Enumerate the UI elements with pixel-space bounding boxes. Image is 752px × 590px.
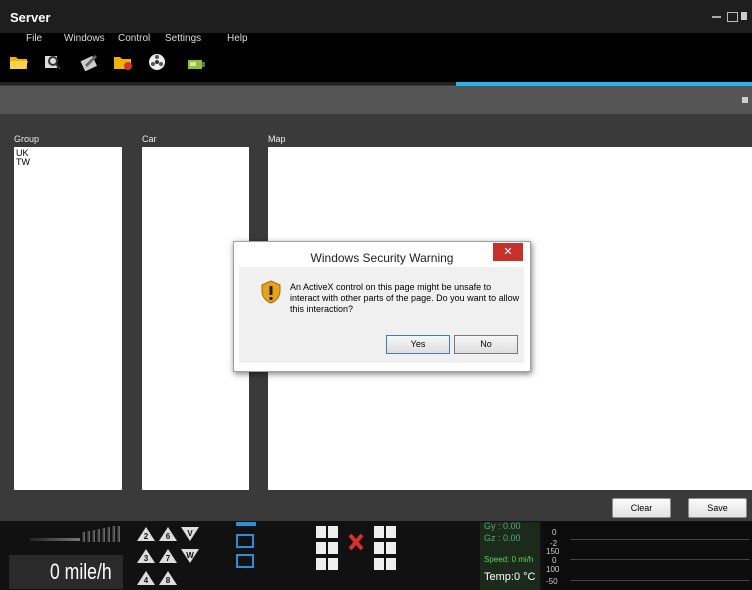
shield-warning-icon (261, 280, 281, 304)
gear-label: 6 (166, 532, 171, 541)
open-folder-icon[interactable] (9, 53, 29, 71)
gear-label: 2 (144, 532, 149, 541)
gauge-tick: 100 (546, 565, 560, 574)
gear-label: V (187, 529, 193, 538)
gear-label: W (186, 551, 194, 560)
window-title: Server (10, 10, 51, 25)
dialog-message: An ActiveX control on this page might be… (290, 282, 520, 314)
group-list[interactable]: UK TW (14, 147, 122, 490)
gz-readout: Gz : 0.00 (484, 533, 521, 543)
menu-control[interactable]: Control (118, 33, 150, 44)
gauge-gridline (570, 539, 750, 540)
menu-windows[interactable]: Windows (64, 33, 105, 44)
no-button[interactable]: No (454, 335, 518, 354)
gear-label: 3 (144, 554, 149, 563)
clear-button[interactable]: Clear (612, 498, 671, 518)
menu-bar (0, 33, 752, 47)
folder-delete-icon[interactable] (113, 53, 133, 71)
indicator-box (236, 554, 254, 568)
gauge-tick: 0 (552, 528, 557, 537)
film-reel-icon[interactable] (147, 53, 167, 71)
save-button[interactable]: Save (688, 498, 747, 518)
device-icon[interactable] (186, 56, 206, 74)
gauge-tick: 150 (546, 547, 560, 556)
yes-button[interactable]: Yes (386, 335, 450, 354)
temperature-readout: Temp:0 °C (484, 571, 536, 583)
gear-label: 8 (166, 576, 171, 585)
list-item[interactable]: TW (14, 158, 122, 167)
speed-readout: 0 mile/h (50, 559, 112, 584)
dialog-close-button[interactable]: ✕ (493, 243, 523, 261)
gauge-gridline (570, 559, 750, 560)
gear-indicator-panel: 2 6 V 3 7 W 4 8 (137, 527, 199, 585)
gear-label: 7 (166, 554, 171, 563)
title-bar (0, 0, 752, 33)
tire-status-indicator (316, 526, 396, 570)
menu-file[interactable]: File (26, 33, 42, 44)
content-header (0, 86, 752, 114)
speed-bar-meter (30, 526, 120, 542)
indicator-box (236, 534, 254, 548)
dialog-title: Windows Security Warning (310, 251, 454, 265)
gauge-tick: -50 (546, 577, 558, 586)
menu-settings[interactable]: Settings (165, 33, 201, 44)
gy-readout: Gy : 0.00 (484, 521, 521, 531)
map-label: Map (268, 134, 286, 144)
toolbar-divider (0, 82, 456, 85)
gear-label: 4 (144, 576, 149, 585)
pin-icon[interactable] (742, 97, 748, 103)
gauge-tick: 0 (552, 556, 557, 565)
minimize-icon[interactable] (712, 16, 721, 18)
group-label: Group (14, 134, 40, 144)
speed-small-readout: Speed: 0 mi/h (484, 555, 534, 564)
menu-help[interactable]: Help (227, 33, 248, 44)
maximize-icon[interactable] (727, 12, 738, 22)
gauge-gridline (570, 580, 750, 581)
security-warning-dialog: Windows Security Warning ✕ An ActiveX co… (233, 241, 531, 372)
close-icon[interactable] (741, 12, 747, 20)
list-item[interactable]: UK (14, 149, 122, 158)
car-label: Car (142, 134, 157, 144)
search-icon[interactable] (43, 53, 63, 71)
indicator-box (236, 522, 256, 526)
edit-icon[interactable] (79, 53, 99, 71)
